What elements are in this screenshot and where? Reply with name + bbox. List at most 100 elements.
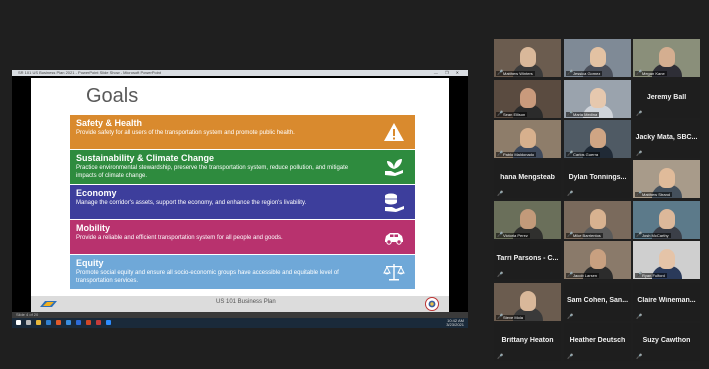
participant-tile[interactable]: Steve Mola 🎤	[494, 283, 561, 321]
word-icon[interactable]	[76, 320, 81, 325]
goal-title: Safety & Health	[76, 118, 143, 128]
chrome-icon[interactable]	[56, 320, 61, 325]
muted-mic-icon: 🎤	[497, 151, 504, 157]
participant-name: Sam Cohen, San...	[566, 297, 629, 304]
slide-title: Goals	[86, 85, 139, 107]
muted-mic-icon: 🎤	[636, 111, 643, 117]
participant-tile[interactable]: Ryan Fulford 🎤	[633, 241, 700, 279]
agency-seal-icon	[425, 297, 439, 311]
participant-head	[520, 209, 536, 229]
muted-mic-icon: 🎤	[497, 70, 504, 76]
participant-head	[659, 47, 675, 67]
participant-head	[590, 128, 606, 148]
participant-tile[interactable]: Mike Barrientos 🎤	[564, 201, 631, 239]
participant-name: hana Mengsteab	[500, 174, 555, 181]
goal-title: Mobility	[76, 223, 110, 233]
participant-tile[interactable]: Josh McCarthy 🎤	[633, 201, 700, 239]
start-icon[interactable]	[16, 320, 21, 325]
goal-description: Provide safety for all users of the tran…	[76, 130, 295, 136]
goal-description: Practice environmental stewardship, pres…	[76, 165, 349, 179]
participant-tile[interactable]: Sam Cohen, San... 🎤	[564, 283, 631, 321]
taskbar-clock: 10:42 AM 3/23/2021	[446, 319, 464, 327]
participant-tile[interactable]: Matthew Winters 🎤	[494, 39, 561, 77]
file-explorer-icon[interactable]	[36, 320, 41, 325]
muted-mic-icon: 🎤	[567, 111, 574, 117]
edge-icon[interactable]	[46, 320, 51, 325]
participant-head	[520, 47, 536, 67]
goal-equity: Equity Promote social equity and ensure …	[70, 255, 415, 289]
muted-mic-icon: 🎤	[636, 151, 643, 157]
muted-mic-icon: 🎤	[567, 314, 574, 320]
coins-hand-icon	[385, 193, 404, 212]
caltrans-logo-icon	[40, 301, 57, 307]
participant-name: Tarri Parsons - C...	[496, 255, 559, 262]
car-icon	[385, 233, 403, 245]
participant-tile[interactable]: hana Mengsteab 🎤	[494, 160, 561, 198]
goal-economy: Economy Manage the corridor's assets, su…	[70, 185, 415, 219]
muted-mic-icon: 🎤	[567, 272, 574, 278]
muted-mic-icon: 🎤	[636, 272, 643, 278]
participant-tile[interactable]: Pablo Maldonado 🎤	[494, 120, 561, 158]
muted-mic-icon: 🎤	[567, 232, 574, 238]
goal-sustainability: Sustainability & Climate Change Practice…	[70, 150, 415, 184]
participant-tile[interactable]: Jeremy Ball 🎤	[633, 80, 700, 118]
participant-tile[interactable]: Sean Ellison 🎤	[494, 80, 561, 118]
participant-tile[interactable]: Brittany Heaton 🎤	[494, 323, 561, 361]
participant-head	[520, 291, 536, 311]
participant-head	[659, 249, 675, 269]
muted-mic-icon: 🎤	[497, 314, 504, 320]
muted-mic-icon: 🎤	[567, 70, 574, 76]
goal-description: Promote social equity and ensure all soc…	[76, 270, 339, 284]
powerpoint-icon[interactable]	[86, 320, 91, 325]
participant-name: Jacky Mata, SBC...	[635, 134, 698, 141]
participant-head	[590, 209, 606, 229]
participant-name: Claire Wineman...	[637, 297, 696, 304]
muted-mic-icon: 🎤	[567, 354, 574, 360]
participant-tile[interactable]: Maria Medina 🎤	[564, 80, 631, 118]
participant-tile[interactable]: Heather Deutsch 🎤	[564, 323, 631, 361]
participant-tile[interactable]: Jessica Gomez 🎤	[564, 39, 631, 77]
participant-tile[interactable]: Claire Wineman... 🎤	[633, 283, 700, 321]
shared-screen[interactable]: SR 101 US Business Plan 2021 - PowerPoin…	[12, 70, 468, 328]
acrobat-icon[interactable]	[96, 320, 101, 325]
muted-mic-icon: 🎤	[497, 232, 504, 238]
shared-window-titlebar: SR 101 US Business Plan 2021 - PowerPoin…	[12, 70, 468, 76]
goal-description: Provide a reliable and efficient transpo…	[76, 235, 283, 241]
muted-mic-icon: 🎤	[567, 191, 574, 197]
participant-head	[520, 88, 536, 108]
muted-mic-icon: 🎤	[497, 272, 504, 278]
participant-tile[interactable]: Suzy Cawthon 🎤	[633, 323, 700, 361]
participant-tile[interactable]: Megan Kane 🎤	[633, 39, 700, 77]
participant-tile[interactable]: Matthew Strand 🎤	[633, 160, 700, 198]
participant-tile[interactable]: Dylan Tonnings... 🎤	[564, 160, 631, 198]
slide-footer: US 101 Business Plan	[31, 296, 449, 312]
participant-head	[590, 88, 606, 108]
participant-tile[interactable]: Tarri Parsons - C... 🎤	[494, 241, 561, 279]
clock-date: 3/23/2021	[446, 322, 464, 327]
presentation-slide: Goals Safety & Health Provide safety for…	[31, 78, 449, 312]
muted-mic-icon: 🎤	[497, 354, 504, 360]
muted-mic-icon: 🎤	[636, 314, 643, 320]
muted-mic-icon: 🎤	[636, 70, 643, 76]
outlook-icon[interactable]	[66, 320, 71, 325]
goal-mobility: Mobility Provide a reliable and efficien…	[70, 220, 415, 254]
slide-footer-text: US 101 Business Plan	[216, 299, 276, 305]
goal-safety-health: Safety & Health Provide safety for all u…	[70, 115, 415, 149]
plant-hand-icon	[385, 159, 403, 176]
meeting-window: SR 101 US Business Plan 2021 - PowerPoin…	[0, 0, 709, 369]
participant-tile[interactable]: Victoria Perez 🎤	[494, 201, 561, 239]
participant-tile[interactable]: Jacky Mata, SBC... 🎤	[633, 120, 700, 158]
goal-title: Equity	[76, 258, 104, 268]
participant-name: Jeremy Ball	[646, 94, 687, 101]
search-icon[interactable]	[26, 320, 31, 325]
scales-icon	[383, 264, 405, 281]
participant-head	[520, 128, 536, 148]
participant-head	[590, 47, 606, 67]
participant-tile[interactable]: Jacob Larsen 🎤	[564, 241, 631, 279]
zoom-icon[interactable]	[106, 320, 111, 325]
participant-tile[interactable]: Carlos Guerra 🎤	[564, 120, 631, 158]
windows-taskbar: 10:42 AM 3/23/2021	[12, 318, 468, 328]
warning-icon	[384, 123, 404, 141]
muted-mic-icon: 🎤	[567, 151, 574, 157]
participant-head	[590, 249, 606, 269]
